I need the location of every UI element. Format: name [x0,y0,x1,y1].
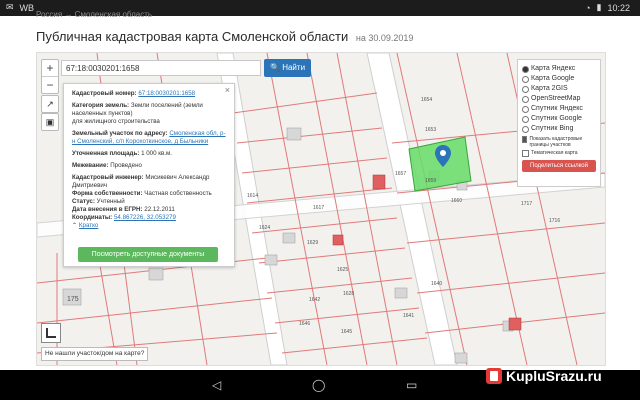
category-label: Категория земель: [72,102,130,109]
radio-icon [522,105,529,113]
parcel-label: 1716 [549,218,561,224]
radio-icon [522,65,529,73]
parcel-label: 1659 [425,178,437,184]
parcel-label: 1660 [451,198,463,204]
egrn-value: 22.12.2011 [144,206,175,213]
battery-icon: ▮ [596,2,602,12]
layer-option[interactable]: Карта Google [522,74,596,84]
parcel-label: 1654 [421,97,433,103]
parcel-label: 1642 [309,297,321,303]
wifi-icon: ◔ [585,2,591,13]
zoom-out-button[interactable]: − [42,76,58,93]
parcel-label: 1645 [341,329,353,335]
page-title: Публичная кадастровая карта Смоленской о… [36,29,413,44]
area-value: 1 000 кв.м. [141,150,172,157]
layer-option[interactable]: Карта 2GIS [522,84,596,94]
layer-label: Спутник Bing [531,125,574,132]
close-icon[interactable]: × [225,86,230,95]
parcel-label: 1624 [259,225,271,231]
parcel-label: 1657 [395,171,407,177]
egrn-label: Дата внесения в ЕГРН: [72,206,143,213]
find-button-label: Найти [282,63,306,72]
area-label: Уточненная площадь: [72,150,140,157]
radio-icon [522,115,529,123]
purpose-value: для жилищного строительства [72,118,160,125]
clock: 10:22 [607,2,630,13]
watermark-text: KupluSrazu.ru [506,368,602,384]
parcel-label: 1653 [425,127,437,133]
layer-option[interactable]: Спутник Яндекс [522,104,596,114]
view-documents-button[interactable]: Посмотреть доступные документы [78,247,218,262]
radio-icon [522,125,529,133]
search-icon: 🔍 [270,63,280,72]
status-label: Статус: [72,198,95,205]
parcel-label: 1617 [313,205,325,211]
layer-switcher: Карта Яндекс Карта Google Карта 2GIS Ope… [517,59,601,187]
address-label: Земельный участок по адресу: [72,130,168,137]
page-title-text: Публичная кадастровая карта Смоленской о… [36,29,349,44]
survey-value: Проведено [110,162,142,169]
layer-option[interactable]: Карта Яндекс [522,64,596,74]
checkbox-label: Тематическая карта [531,150,578,156]
parcel-label: 1625 [337,267,349,273]
survey-label: Межевание: [72,162,109,169]
share-link-button[interactable]: Поделиться ссылкой [522,160,596,172]
home-icon[interactable]: ◯ [312,378,325,392]
layer-label: Спутник Яндекс [531,105,583,112]
parcel-label: 1640 [431,281,443,287]
parcel-label: 175 [67,296,79,303]
ownership-value: Частная собственность [144,190,212,197]
cadastral-map[interactable]: 1654 1653 1657 1659 1660 1617 1614 1624 … [36,52,606,366]
layer-label: Карта Google [531,75,575,82]
cadastral-label: Кадастровый номер: [72,90,137,97]
zoom-control: + − [41,59,59,94]
parcel-label: 1628 [343,291,355,297]
engineer-label: Кадастровый инженер: [72,174,144,181]
checkbox-icon [522,150,529,157]
layer-label: Спутник Google [531,115,582,122]
thematic-map-checkbox[interactable]: Тематическая карта [522,150,596,157]
ownership-label: Форма собственности: [72,190,143,197]
parcel-label: 1629 [307,240,319,246]
zoom-in-button[interactable]: + [42,60,58,76]
radio-icon [522,75,529,83]
search-input[interactable]: 67:18:0030201:1658 [61,60,261,76]
layer-option[interactable]: Спутник Google [522,114,596,124]
watermark-logo-icon [486,368,502,384]
parcel-label: 1646 [299,321,311,327]
radio-icon [522,85,529,93]
find-button[interactable]: 🔍 Найти [264,59,312,77]
layer-option[interactable]: Спутник Bing [522,124,596,134]
status-value: Учтенный [96,198,125,205]
parcel-label: 1614 [247,193,259,199]
carrier-label: WB [19,2,35,13]
layer-option[interactable]: OpenStreetMap [522,94,596,104]
recents-icon[interactable]: ▭ [406,378,417,392]
parcel-label: 1641 [403,313,415,319]
watermark: KupluSrazu.ru [486,365,602,387]
minimap-toggle-icon[interactable] [41,323,61,343]
measure-tool-icon[interactable]: ↗ [41,95,59,113]
breadcrumb[interactable]: Россия → Смоленская область [36,10,152,19]
chevron-up-icon: ⌃ [72,222,78,229]
parcel-label: 1717 [521,201,533,207]
checkbox-icon [522,136,528,143]
show-boundaries-checkbox[interactable]: Показать кадастровые границы участков [522,136,596,148]
print-icon[interactable]: ▣ [41,113,59,131]
parcel-info-card: × Кадастровый номер: 67:18:0030201:1658 … [63,83,235,267]
cadastral-number-link[interactable]: 67:18:0030201:1658 [138,90,195,97]
not-found-link[interactable]: Не нашли участок/дом на карте? [41,347,149,361]
layer-label: OpenStreetMap [531,95,581,102]
coords-link[interactable]: 54.867226, 32.053279 [114,214,176,221]
brief-toggle[interactable]: Кратко [79,222,98,229]
radio-icon [522,95,529,103]
page-date: на 30.09.2019 [355,33,414,43]
checkbox-label: Показать кадастровые границы участков [529,136,583,148]
back-icon[interactable]: ◁ [212,378,221,392]
layer-label: Карта 2GIS [531,85,568,92]
notification-icon: ✉ [6,2,14,12]
coords-label: Координаты: [72,214,113,221]
layer-label: Карта Яндекс [531,65,576,72]
